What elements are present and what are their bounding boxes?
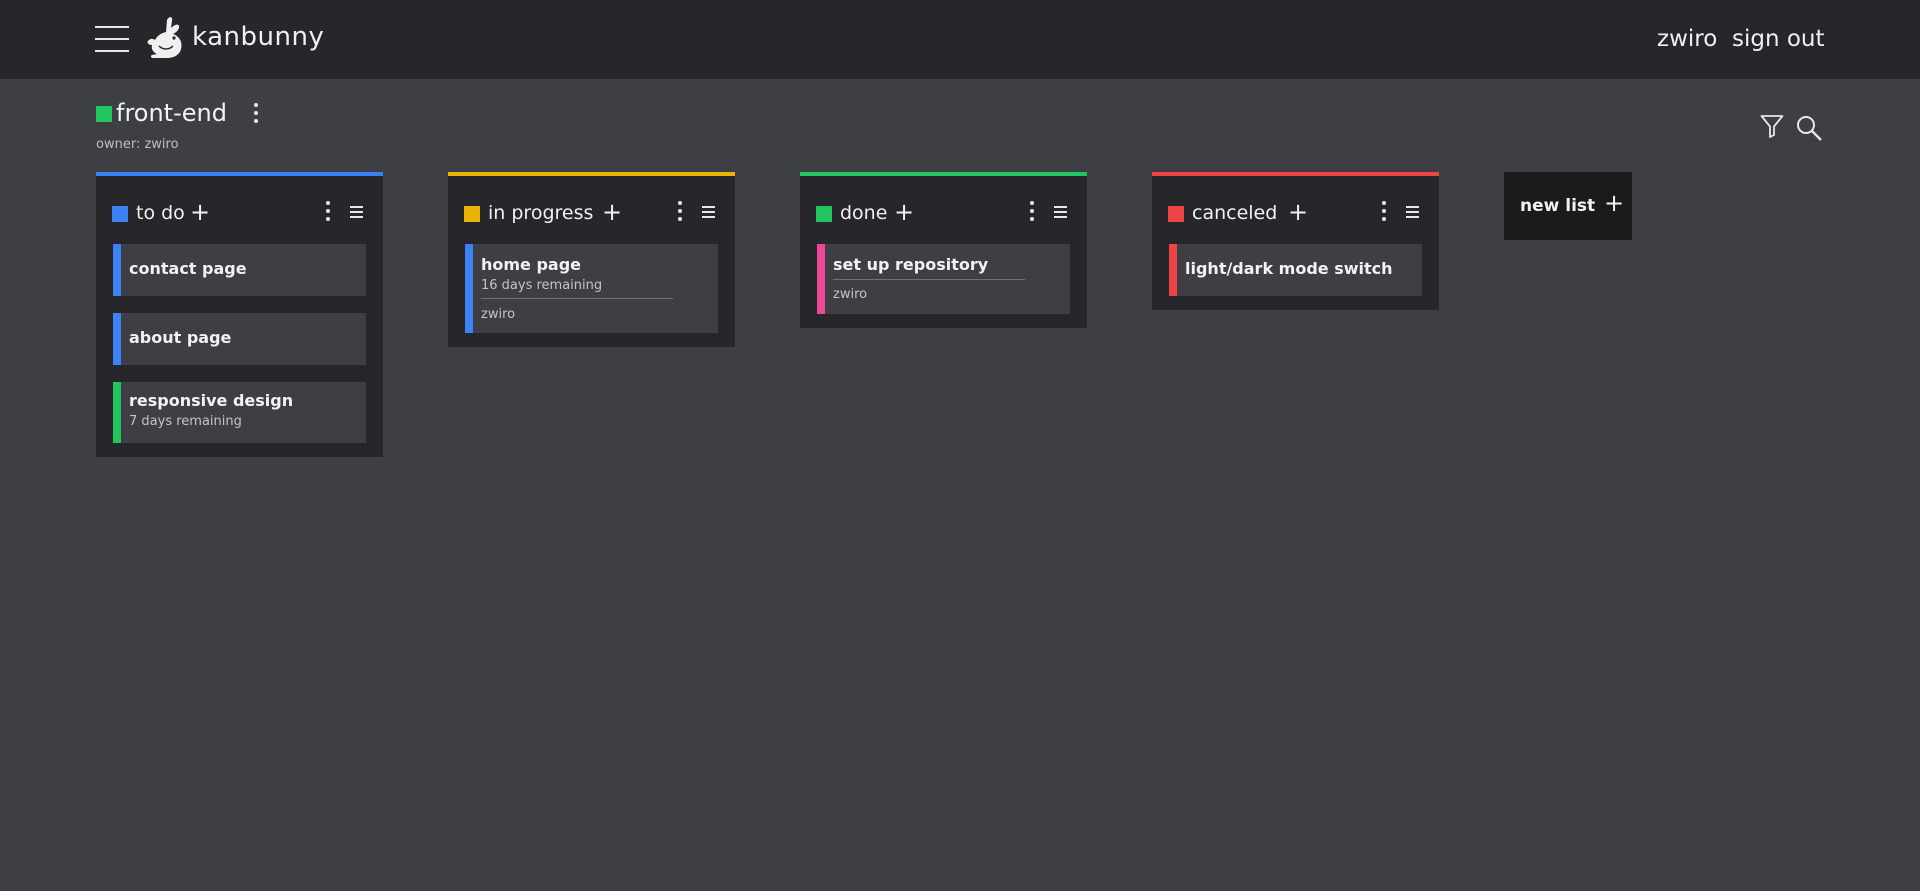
add-task-plus-icon[interactable]: + bbox=[190, 200, 210, 224]
list-done: done + set up repository zwiro bbox=[800, 172, 1087, 328]
task-title: home page bbox=[481, 255, 582, 274]
task-card[interactable]: contact page bbox=[113, 244, 366, 296]
list-color-swatch bbox=[1168, 206, 1184, 222]
list-options-icon[interactable] bbox=[323, 201, 333, 223]
task-title: set up repository bbox=[833, 255, 989, 274]
add-task-plus-icon[interactable]: + bbox=[1288, 200, 1308, 224]
list-options-icon[interactable] bbox=[675, 201, 685, 223]
new-list-label: new list bbox=[1520, 196, 1596, 216]
board-title: front-end bbox=[116, 99, 227, 127]
list-menu-icon[interactable] bbox=[702, 206, 715, 218]
task-assignee: zwiro bbox=[833, 287, 868, 302]
list-to-do: to do + contact page about page responsi… bbox=[96, 172, 383, 457]
card-container: contact page about page responsive desig… bbox=[96, 232, 383, 457]
task-due-date: 16 days remaining bbox=[481, 278, 603, 293]
task-title: light/dark mode switch bbox=[1185, 259, 1393, 278]
task-due-date: 7 days remaining bbox=[129, 414, 242, 429]
list-title: to do bbox=[136, 202, 185, 224]
task-card[interactable]: home page 16 days remaining zwiro bbox=[465, 244, 718, 333]
rabbit-logo-icon bbox=[145, 16, 189, 62]
task-card[interactable]: responsive design 7 days remaining bbox=[113, 382, 366, 443]
board-color-swatch bbox=[96, 106, 112, 122]
new-list-button[interactable]: new list + bbox=[1504, 172, 1632, 240]
task-title: responsive design bbox=[129, 391, 294, 410]
list-options-icon[interactable] bbox=[1027, 201, 1037, 223]
list-menu-icon[interactable] bbox=[350, 206, 363, 218]
list-menu-icon[interactable] bbox=[1054, 206, 1067, 218]
user-link[interactable]: zwiro bbox=[1657, 26, 1717, 52]
list-menu-icon[interactable] bbox=[1406, 206, 1419, 218]
list-color-swatch bbox=[816, 206, 832, 222]
board-options-icon[interactable] bbox=[251, 103, 261, 125]
sign-out-link[interactable]: sign out bbox=[1732, 26, 1825, 52]
task-card[interactable]: about page bbox=[113, 313, 366, 365]
card-container: home page 16 days remaining zwiro bbox=[448, 232, 735, 347]
search-icon[interactable] bbox=[1795, 114, 1823, 145]
list-title: canceled bbox=[1192, 202, 1278, 224]
card-container: set up repository zwiro bbox=[800, 232, 1087, 328]
board-owner: owner: zwiro bbox=[96, 137, 179, 152]
add-task-plus-icon[interactable]: + bbox=[894, 200, 914, 224]
task-assignee: zwiro bbox=[481, 307, 516, 322]
list-title: done bbox=[840, 202, 888, 224]
filter-icon[interactable] bbox=[1760, 114, 1784, 143]
list-color-swatch bbox=[112, 206, 128, 222]
task-card[interactable]: light/dark mode switch bbox=[1169, 244, 1422, 296]
plus-icon: + bbox=[1604, 189, 1625, 217]
app-brand[interactable]: kanbunny bbox=[192, 22, 324, 52]
top-navbar: kanbunny zwiro sign out bbox=[0, 0, 1920, 79]
add-task-plus-icon[interactable]: + bbox=[602, 200, 622, 224]
list-in-progress: in progress + home page 16 days remainin… bbox=[448, 172, 735, 347]
task-title: about page bbox=[129, 328, 232, 347]
card-container: light/dark mode switch bbox=[1152, 232, 1439, 310]
list-options-icon[interactable] bbox=[1379, 201, 1389, 223]
task-title: contact page bbox=[129, 259, 247, 278]
task-card[interactable]: set up repository zwiro bbox=[817, 244, 1070, 314]
list-title: in progress bbox=[488, 202, 594, 224]
list-canceled: canceled + light/dark mode switch bbox=[1152, 172, 1439, 310]
list-color-swatch bbox=[464, 206, 480, 222]
hamburger-menu-icon[interactable] bbox=[95, 24, 129, 54]
